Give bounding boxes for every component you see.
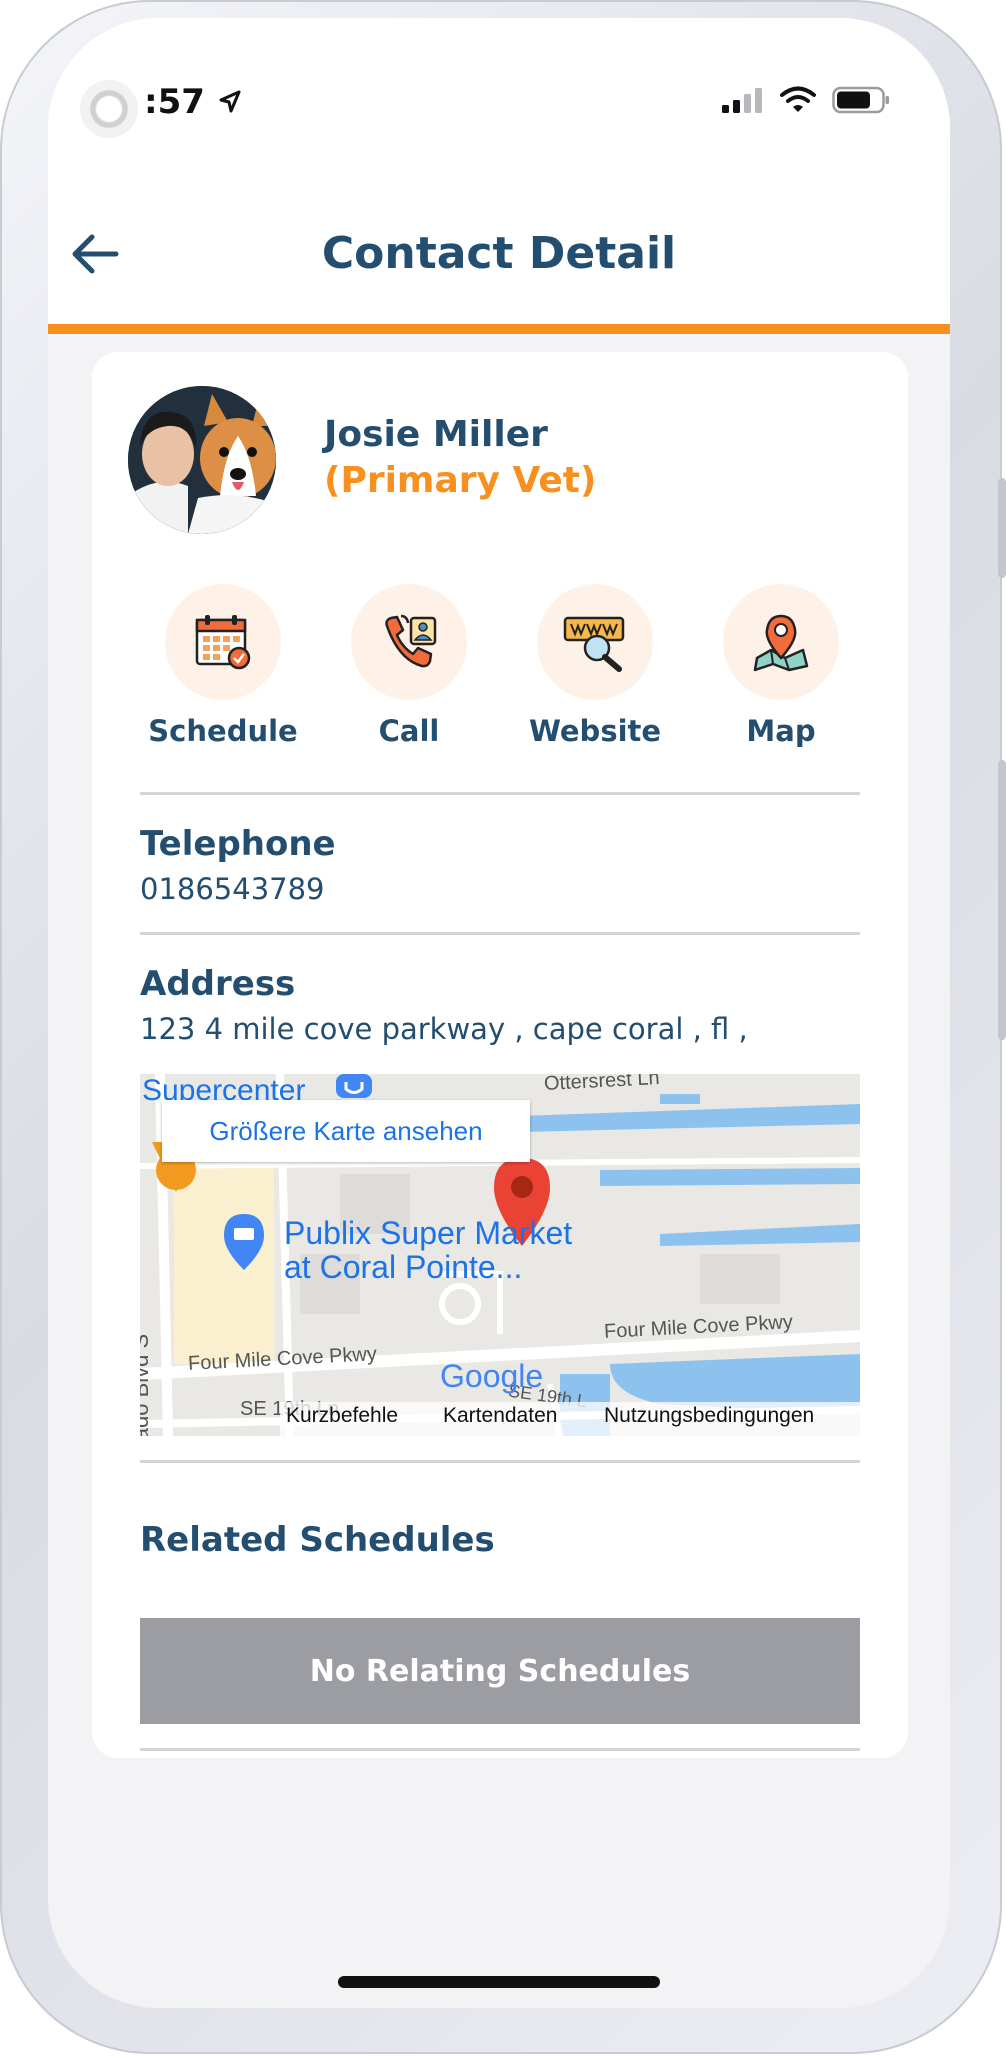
related-schedules-title: Related Schedules <box>140 1520 495 1560</box>
avatar <box>128 386 276 534</box>
google-logo: Google <box>440 1358 544 1394</box>
status-time: :57 <box>144 82 243 122</box>
signal-icon <box>722 88 762 113</box>
location-arrow-icon <box>219 90 241 113</box>
no-schedules-banner: No Relating Schedules <box>140 1618 860 1724</box>
status-indicators <box>722 86 890 114</box>
action-row: Schedule Call Website Map <box>128 584 872 754</box>
telephone-value[interactable]: 0186543789 <box>140 872 325 906</box>
larger-map-link[interactable]: Größere Karte ansehen <box>162 1100 530 1162</box>
status-time-text: :57 <box>144 82 205 122</box>
map-label-blvd: ado Blvd S <box>140 1334 154 1436</box>
website-label: Website <box>528 714 662 748</box>
status-bar: :57 <box>48 18 950 188</box>
divider <box>140 1460 860 1463</box>
shopping-bag-icon <box>336 1074 372 1098</box>
divider <box>140 792 860 795</box>
call-action-circle[interactable] <box>351 584 467 700</box>
website-action-circle[interactable] <box>537 584 653 700</box>
contact-name: Josie Miller <box>324 414 548 455</box>
header-accent-bar <box>48 324 950 334</box>
divider <box>140 932 860 935</box>
calendar-icon <box>195 615 251 670</box>
divider <box>140 1748 860 1751</box>
map-pin-icon <box>753 614 809 672</box>
map-embed[interactable]: Supercenter Ottersrest Ln Publix Super M… <box>140 1074 860 1436</box>
screen: :57 Contact Detail Josie Miller (Primary… <box>48 18 950 2008</box>
schedule-label: Schedule <box>148 714 298 748</box>
app-header: Contact Detail <box>48 188 950 326</box>
website-search-icon <box>563 616 625 672</box>
map-label-publix-line1: Publix Super Market <box>284 1215 573 1251</box>
screen-recording-icon <box>80 80 138 138</box>
map-action[interactable]: Map <box>686 584 876 748</box>
side-button <box>998 478 1006 578</box>
map-shortcuts-link[interactable]: Kurzbefehle <box>286 1404 398 1428</box>
call-label: Call <box>378 714 440 748</box>
address-value[interactable]: 123 4 mile cove parkway , cape coral , f… <box>140 1012 748 1046</box>
map-label: Map <box>746 714 816 748</box>
map-label-publix-line2: at Coral Pointe... <box>284 1249 523 1285</box>
map-action-circle[interactable] <box>723 584 839 700</box>
schedule-action[interactable]: Schedule <box>128 584 318 748</box>
telephone-label: Telephone <box>140 824 336 864</box>
map-terms-link[interactable]: Nutzungsbedingungen <box>604 1404 814 1428</box>
battery-icon <box>832 86 889 114</box>
map-data-link[interactable]: Kartendaten <box>443 1404 557 1428</box>
map-label-publix: Publix Super Market at Coral Pointe... <box>284 1216 572 1284</box>
page-title: Contact Detail <box>321 228 677 279</box>
side-button <box>998 760 1006 1040</box>
contact-role: (Primary Vet) <box>324 460 597 501</box>
call-action[interactable]: Call <box>314 584 504 748</box>
address-label: Address <box>140 964 296 1004</box>
website-action[interactable]: Website <box>500 584 690 748</box>
phone-call-icon <box>385 614 437 668</box>
schedule-action-circle[interactable] <box>165 584 281 700</box>
contact-card: Josie Miller (Primary Vet) Schedule Call… <box>92 352 908 1758</box>
wifi-icon <box>780 86 816 112</box>
home-indicator[interactable] <box>338 1976 660 1988</box>
